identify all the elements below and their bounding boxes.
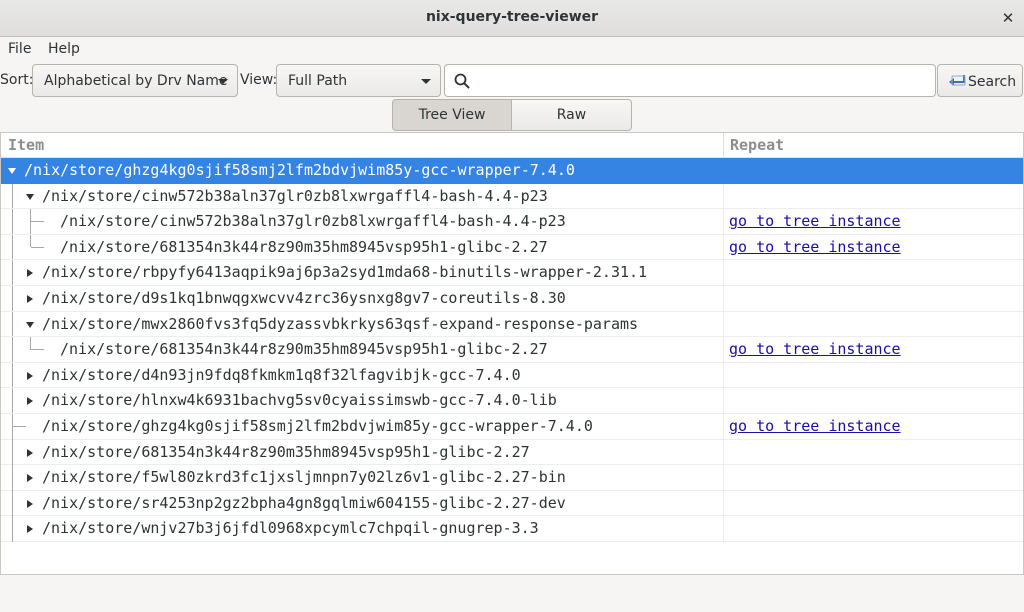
tree-row[interactable]: /nix/store/ghzg4kg0sjif58smj2lfm2bdvjwim…	[1, 158, 1023, 184]
expander-right-icon[interactable]	[27, 397, 33, 406]
tab-raw[interactable]: Raw	[511, 99, 632, 131]
column-divider	[723, 362, 724, 388]
expander-right-icon[interactable]	[27, 269, 33, 278]
expander-down-icon[interactable]	[8, 168, 16, 174]
row-path: /nix/store/hlnxw4k6931bachvg5sv0cyaissim…	[42, 391, 557, 410]
search-field[interactable]	[444, 64, 936, 97]
column-divider	[723, 311, 724, 337]
column-header: Item Repeat	[1, 133, 1023, 158]
selection-fill	[724, 158, 1023, 183]
tree-row[interactable]: /nix/store/f5wl80zkrd3fc1jxsljmnpn7y02lz…	[1, 465, 1023, 491]
enter-icon	[949, 75, 966, 86]
row-path: /nix/store/f5wl80zkrd3fc1jxsljmnpn7y02lz…	[42, 468, 566, 487]
tree-row[interactable]: /nix/store/681354n3k44r8z90m35hm8945vsp9…	[1, 234, 1023, 261]
column-divider	[723, 388, 724, 413]
column-divider	[723, 133, 724, 158]
go-to-tree-instance-link[interactable]: go to tree instance	[729, 417, 901, 435]
go-to-tree-instance-link[interactable]: go to tree instance	[729, 212, 901, 230]
row-path: /nix/store/681354n3k44r8z90m35hm8945vsp9…	[60, 237, 548, 256]
view-switcher: Tree View Raw	[392, 99, 632, 131]
chevron-down-icon	[421, 79, 431, 84]
expander-down-icon[interactable]	[26, 193, 34, 200]
column-divider	[723, 209, 724, 234]
row-path: /nix/store/mwx2860fvs3fq5dyzassvbkrkys63…	[42, 314, 639, 333]
row-path: /nix/store/d4n93jn9fdq8fkmkm1q8f32lfagvi…	[42, 365, 521, 384]
view-dropdown[interactable]: Full Path	[276, 64, 441, 97]
search-icon	[454, 73, 470, 89]
column-divider	[723, 516, 724, 541]
search-button-label: Search	[968, 74, 1017, 90]
column-divider	[723, 414, 724, 439]
tree-row[interactable]: /nix/store/wnjv27b3j6jfdl0968xpcymlc7chp…	[1, 516, 1023, 542]
view-dropdown-value: Full Path	[288, 73, 348, 89]
tree-row[interactable]: /nix/store/ghzg4kg0sjif58smj2lfm2bdvjwim…	[1, 414, 1023, 440]
sort-dropdown-value: Alphabetical by Drv Name	[44, 73, 228, 89]
column-divider	[723, 260, 724, 285]
view-label: View:	[240, 72, 278, 88]
close-icon[interactable]: ✕	[998, 8, 1018, 28]
tree-row[interactable]: /nix/store/hlnxw4k6931bachvg5sv0cyaissim…	[1, 388, 1023, 414]
expander-right-icon[interactable]	[27, 371, 33, 380]
tree-row[interactable]: /nix/store/d9s1kq1bnwqgxwcvv4zrc36ysnxg8…	[1, 286, 1023, 312]
chevron-down-icon	[218, 79, 228, 84]
tree-row[interactable]: /nix/store/cinw572b38aln37glr0zb8lxwrgaf…	[1, 183, 1023, 210]
row-path: /nix/store/rbpyfy6413aqpik9aj6p3a2syd1md…	[42, 263, 648, 282]
toolbar: Sort: Alphabetical by Drv Name View: Ful…	[0, 62, 1024, 100]
column-divider	[723, 234, 724, 260]
tree-row[interactable]: /nix/store/rbpyfy6413aqpik9aj6p3a2syd1md…	[1, 260, 1023, 286]
column-divider	[723, 183, 724, 209]
column-divider	[723, 286, 724, 311]
tree-row[interactable]: /nix/store/d4n93jn9fdq8fkmkm1q8f32lfagvi…	[1, 362, 1023, 389]
tree-row[interactable]: /nix/store/681354n3k44r8z90m35hm8945vsp9…	[1, 439, 1023, 466]
menu-file[interactable]: File	[8, 41, 31, 57]
row-path: /nix/store/ghzg4kg0sjif58smj2lfm2bdvjwim…	[42, 417, 593, 435]
column-divider	[723, 439, 724, 465]
row-path: /nix/store/681354n3k44r8z90m35hm8945vsp9…	[60, 340, 548, 359]
expander-right-icon[interactable]	[27, 295, 33, 303]
expander-right-icon[interactable]	[27, 525, 33, 534]
tree-row[interactable]: /nix/store/mwx2860fvs3fq5dyzassvbkrkys63…	[1, 311, 1023, 338]
menu-help[interactable]: Help	[48, 41, 80, 57]
row-path: /nix/store/cinw572b38aln37glr0zb8lxwrgaf…	[42, 186, 548, 205]
row-path: /nix/store/d9s1kq1bnwqgxwcvv4zrc36ysnxg8…	[42, 289, 566, 307]
go-to-tree-instance-link[interactable]: go to tree instance	[729, 340, 901, 358]
column-header-repeat[interactable]: Repeat	[730, 136, 784, 154]
tree-row[interactable]: /nix/store/681354n3k44r8z90m35hm8945vsp9…	[1, 337, 1023, 363]
window-title: nix-query-tree-viewer	[425, 9, 599, 25]
row-path: /nix/store/681354n3k44r8z90m35hm8945vsp9…	[42, 442, 530, 461]
column-divider	[723, 337, 724, 362]
search-input[interactable]	[477, 69, 927, 93]
tree-row[interactable]: /nix/store/cinw572b38aln37glr0zb8lxwrgaf…	[1, 209, 1023, 235]
go-to-tree-instance-link[interactable]: go to tree instance	[729, 238, 901, 256]
row-path: /nix/store/sr4253np2gz2bpha4gn8gqlmiw604…	[42, 493, 566, 512]
tree-guide-line	[12, 439, 13, 542]
search-button[interactable]: Search	[937, 64, 1023, 97]
expander-down-icon[interactable]	[26, 321, 34, 328]
title-bar: nix-query-tree-viewer ✕	[0, 0, 1024, 37]
tree-row[interactable]: /nix/store/sr4253np2gz2bpha4gn8gqlmiw604…	[1, 490, 1023, 517]
tab-tree-view[interactable]: Tree View	[392, 99, 512, 131]
expander-right-icon[interactable]	[27, 448, 33, 457]
sort-dropdown[interactable]: Alphabetical by Drv Name	[32, 64, 238, 97]
column-divider	[723, 465, 724, 490]
row-path: /nix/store/wnjv27b3j6jfdl0968xpcymlc7chp…	[42, 519, 539, 538]
row-path: /nix/store/cinw572b38aln37glr0zb8lxwrgaf…	[60, 212, 566, 231]
tree-view[interactable]: Item Repeat /nix/store/ghzg4kg0sjif58smj…	[0, 132, 1024, 575]
sort-label: Sort:	[0, 72, 34, 88]
expander-right-icon[interactable]	[27, 474, 33, 483]
column-header-item[interactable]: Item	[8, 136, 44, 154]
expander-right-icon[interactable]	[27, 499, 33, 508]
column-divider	[723, 490, 724, 516]
menu-bar: File Help	[0, 37, 1024, 62]
row-path: /nix/store/ghzg4kg0sjif58smj2lfm2bdvjwim…	[24, 161, 575, 179]
